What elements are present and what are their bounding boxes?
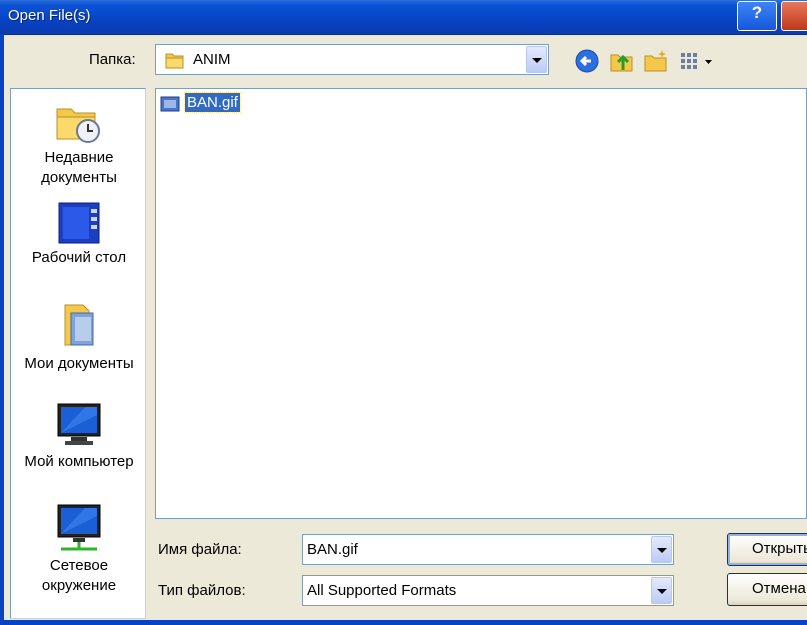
open-file-dialog: Open File(s) ? Папка: ANIM Недавние доку… — [0, 0, 807, 625]
filetype-dropdown-button[interactable] — [651, 577, 672, 604]
filetype-select[interactable]: All Supported Formats — [302, 575, 674, 606]
network-places-icon — [57, 504, 101, 551]
filename-input[interactable]: BAN.gif — [302, 534, 674, 565]
folder-icon — [165, 53, 184, 69]
chevron-down-icon — [657, 589, 667, 594]
window-title: Open File(s) — [8, 7, 91, 24]
recent-documents-icon — [56, 108, 100, 143]
folder-value: ANIM — [193, 51, 231, 68]
my-computer-icon — [57, 403, 101, 445]
file-name: BAN.gif — [184, 92, 241, 113]
place-network[interactable]: Сетевое окружение — [11, 503, 147, 596]
place-label-line1: Сетевое — [49, 557, 109, 574]
place-label-line1: Недавние — [44, 149, 114, 166]
places-bar: Недавние документы Рабочий стол Мои доку… — [10, 88, 146, 619]
place-my-documents[interactable]: Мои документы — [11, 301, 147, 374]
place-my-computer[interactable]: Мой компьютер — [11, 401, 147, 472]
new-folder-icon[interactable] — [643, 48, 669, 74]
place-recent-documents[interactable]: Недавние документы — [11, 101, 147, 188]
views-menu-icon[interactable] — [679, 48, 717, 74]
up-folder-icon[interactable] — [609, 48, 635, 74]
help-button[interactable]: ? — [737, 1, 777, 31]
open-button[interactable]: Открыть — [727, 533, 807, 566]
place-label-line2: документы — [41, 169, 117, 186]
back-arrow-icon[interactable] — [574, 48, 600, 74]
folder-dropdown-button[interactable] — [526, 46, 547, 73]
place-label-line1: Мои документы — [24, 355, 134, 372]
close-button[interactable] — [781, 1, 807, 31]
place-label-line1: Рабочий стол — [31, 249, 127, 266]
desktop-icon — [58, 202, 100, 244]
folder-label: Папка: — [89, 51, 136, 68]
filename-dropdown-button[interactable] — [651, 536, 672, 563]
title-bar[interactable]: Open File(s) ? — [0, 0, 807, 35]
filetype-label: Тип файлов: — [158, 582, 246, 599]
place-label-line1: Мой компьютер — [24, 453, 134, 470]
gif-file-icon — [160, 96, 180, 112]
place-desktop[interactable]: Рабочий стол — [11, 201, 147, 268]
chevron-down-icon — [657, 548, 667, 553]
window-frame-left — [0, 34, 4, 625]
place-label-line2: окружение — [41, 577, 117, 594]
file-list[interactable]: BAN.gif — [155, 88, 807, 519]
chevron-down-icon — [532, 58, 542, 63]
window-frame-bottom — [0, 620, 807, 625]
folder-select[interactable]: ANIM — [155, 44, 549, 75]
filetype-value: All Supported Formats — [307, 582, 457, 599]
filename-label: Имя файла: — [158, 541, 242, 558]
cancel-button[interactable]: Отмена — [727, 573, 807, 606]
filename-value: BAN.gif — [307, 541, 358, 558]
my-documents-icon — [64, 304, 94, 346]
